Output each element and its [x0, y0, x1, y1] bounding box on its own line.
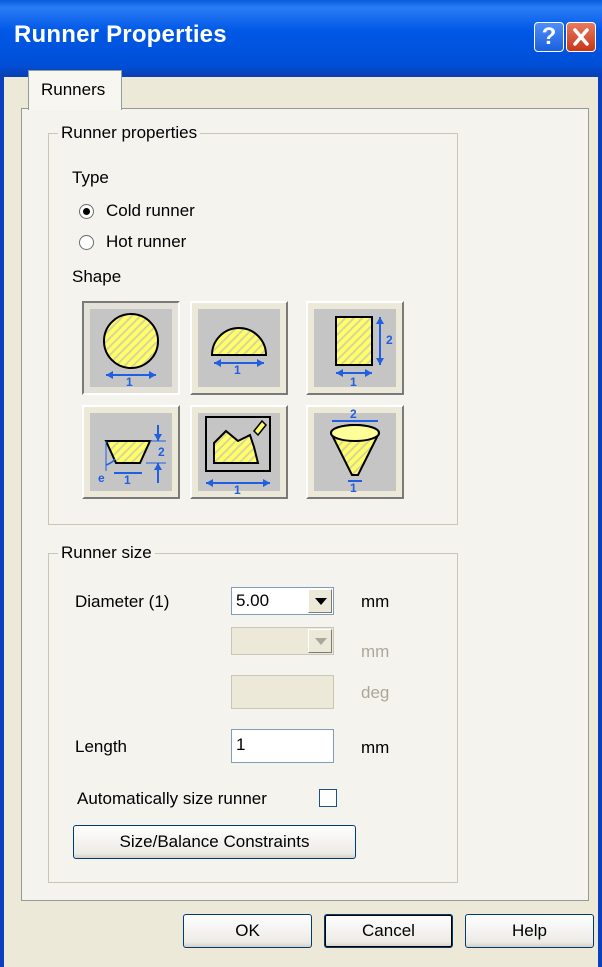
dimension-2-label: 2: [158, 445, 165, 459]
half-circular-shape-button[interactable]: 1: [190, 301, 288, 395]
tab-runners-label: Runners: [41, 80, 106, 99]
dimension-1-label: 1: [350, 375, 357, 389]
dialog-title: Runner Properties: [14, 21, 227, 48]
close-x-icon[interactable]: [566, 22, 596, 52]
diameter-combo[interactable]: 5.00: [231, 587, 334, 615]
dimension-1-label: 1: [124, 473, 131, 487]
auto-size-label[interactable]: Automatically size runner: [77, 789, 267, 809]
length-value: 1: [236, 735, 246, 754]
size-balance-constraints-button[interactable]: Size/Balance Constraints: [73, 825, 356, 859]
dimension-1-label: 1: [234, 483, 241, 497]
diameter-unit: mm: [361, 592, 390, 611]
dimension-1-label: 1: [126, 375, 133, 389]
window-frame-left: [0, 77, 4, 967]
runner-properties-dialog: Runner Properties ? Runner properties Ty…: [0, 0, 602, 967]
tab-runners[interactable]: Runners: [28, 70, 122, 110]
diameter-label: Diameter (1): [75, 592, 170, 611]
chevron-down-icon: [308, 629, 332, 653]
length-unit: mm: [361, 738, 390, 757]
diameter-value: 5.00: [236, 591, 270, 610]
hot-runner-radio[interactable]: [79, 235, 94, 250]
dimension-2-label: 2: [350, 407, 357, 421]
ok-button[interactable]: OK: [183, 914, 312, 948]
chevron-down-icon[interactable]: [308, 589, 332, 613]
trapezoidal-shape-button[interactable]: 2 e 1: [82, 405, 180, 499]
cold-runner-radio[interactable]: [79, 204, 94, 219]
dimension-1-label: 1: [234, 363, 241, 377]
help-button[interactable]: Help: [465, 914, 594, 948]
cancel-button[interactable]: Cancel: [324, 914, 453, 948]
angle-field: [231, 675, 334, 709]
question-mark-icon[interactable]: ?: [534, 22, 564, 52]
cold-runner-label[interactable]: Cold runner: [106, 201, 195, 221]
type-label: Type: [72, 168, 109, 187]
tapered-shape-button[interactable]: 2 1: [306, 405, 404, 499]
title-bar[interactable]: Runner Properties ?: [0, 0, 602, 77]
rectangular-shape-button[interactable]: 2 1: [306, 301, 404, 395]
dimension-2-label: 2: [386, 333, 393, 347]
auto-size-checkbox[interactable]: [319, 789, 337, 807]
circular-shape-button[interactable]: 1: [82, 301, 180, 395]
angle-label: e: [98, 471, 105, 485]
second-dimension-combo: [231, 627, 334, 655]
angle-unit: deg: [361, 683, 390, 702]
dimension-1-label: 1: [350, 481, 357, 495]
tab-panel: Runner properties Type Cold runner Hot r…: [21, 108, 589, 901]
runner-properties-group-label: Runner properties: [58, 123, 201, 143]
shape-label: Shape: [72, 267, 122, 286]
hot-runner-label[interactable]: Hot runner: [106, 232, 186, 252]
second-dimension-unit: mm: [361, 642, 390, 661]
length-field[interactable]: 1: [231, 729, 334, 763]
half-circular-shape-icon: [210, 327, 268, 367]
runner-size-group-label: Runner size: [58, 543, 155, 563]
custom-shape-button[interactable]: 1: [190, 405, 288, 499]
length-label: Length: [75, 737, 127, 756]
window-frame-right: [598, 77, 602, 967]
